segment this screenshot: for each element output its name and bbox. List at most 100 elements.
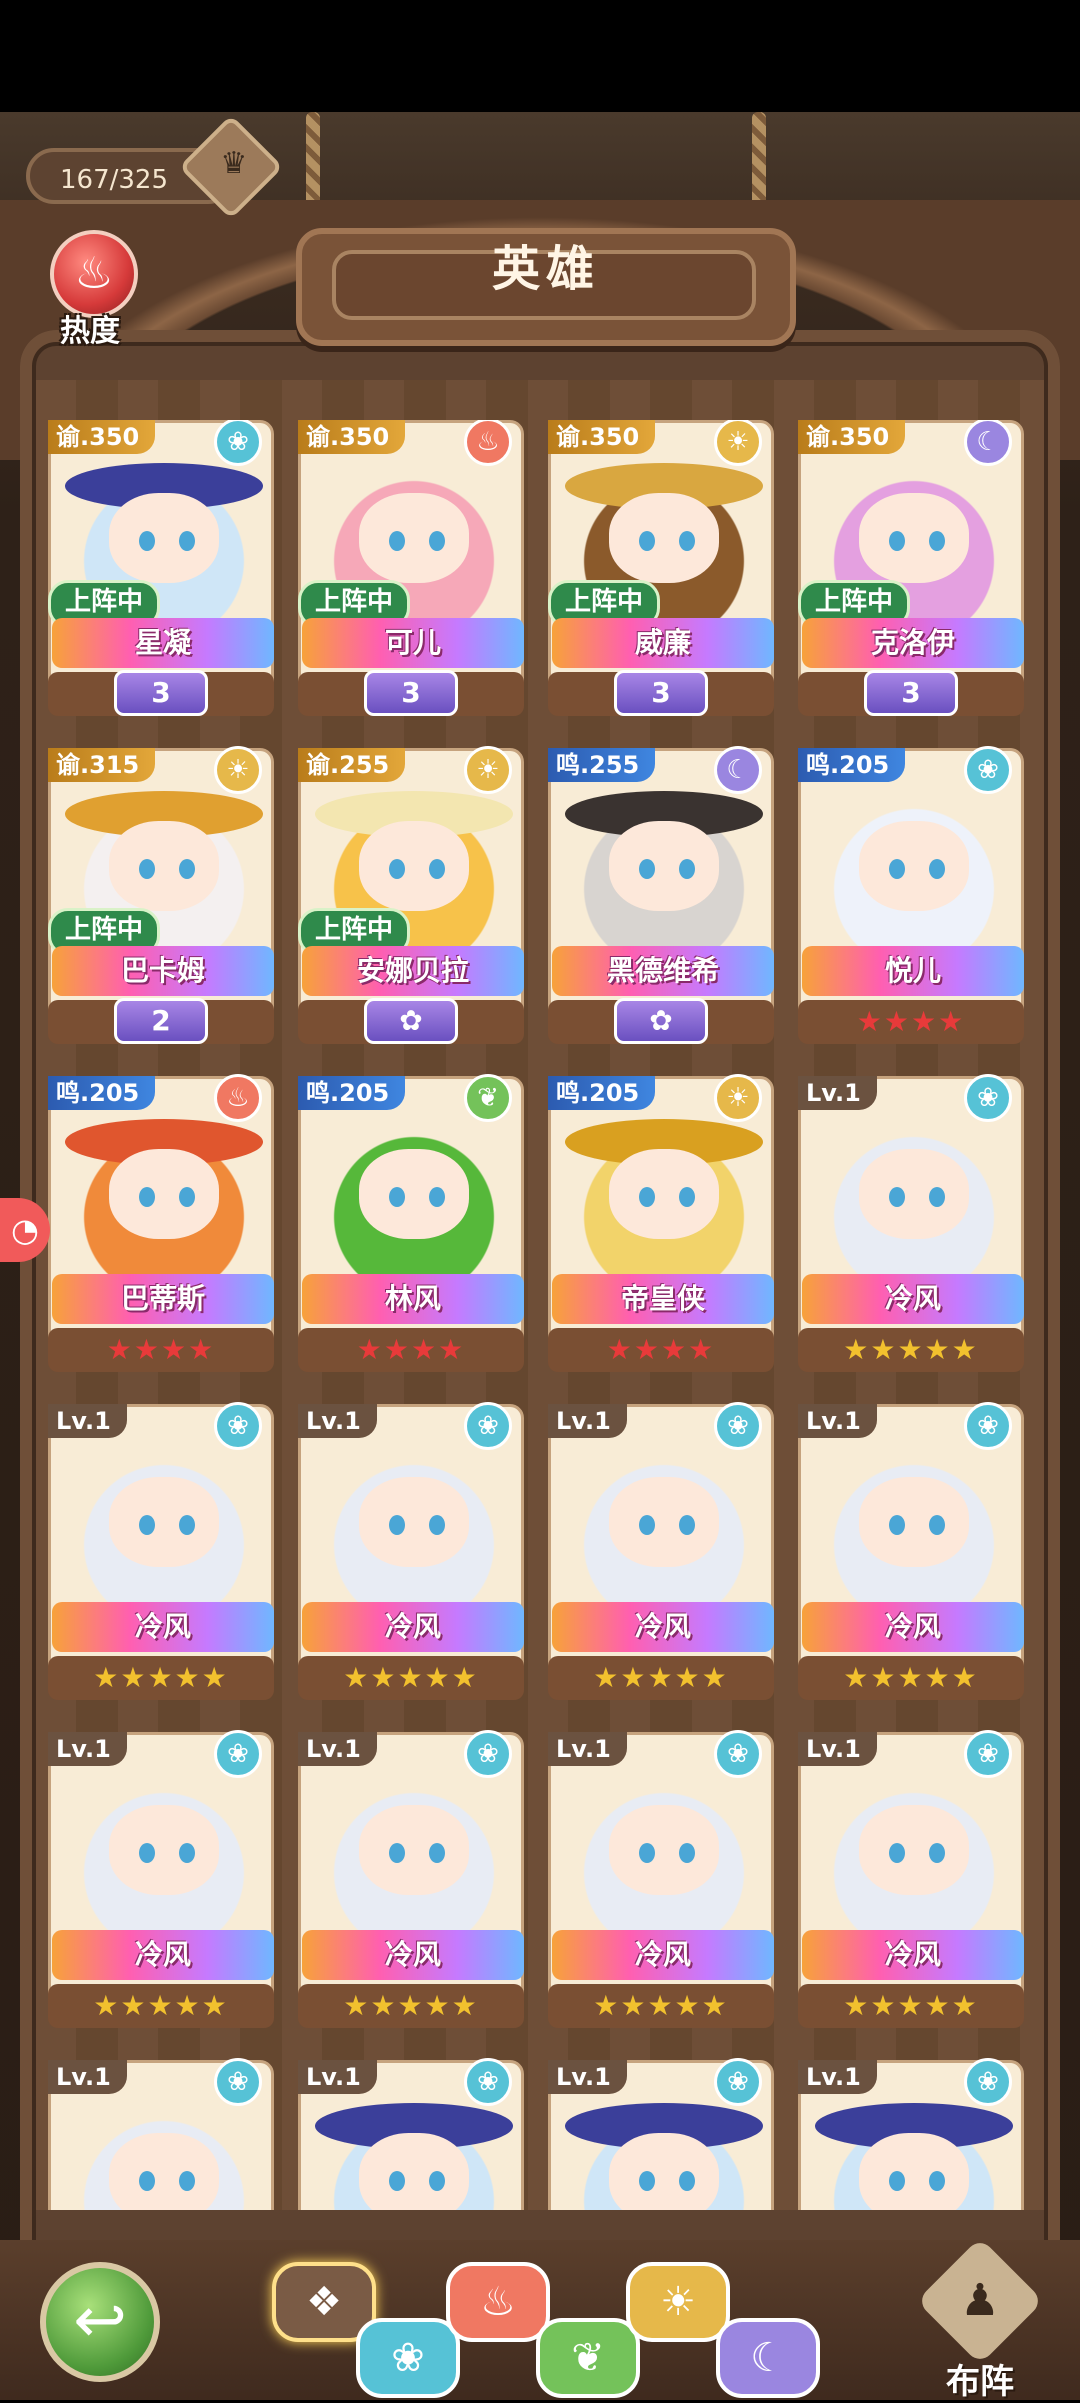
star-rating: ★★★★: [48, 1328, 274, 1372]
hero-face: [609, 493, 719, 583]
hero-card[interactable]: 谕.350 ♨ 上阵中 可儿 3: [298, 420, 524, 720]
formation-button[interactable]: ♟ 布阵: [916, 2237, 1044, 2402]
hero-card[interactable]: Lv.1 ❀ 冷风 ★★★★★: [798, 1074, 1024, 1376]
hero-card[interactable]: 鸣.205 ❀ 悦儿 ★★★★: [798, 746, 1024, 1048]
hero-eye: [639, 1515, 655, 1535]
hero-card[interactable]: 谕.350 ☾ 上阵中 克洛伊 3: [798, 420, 1024, 720]
hero-eye: [429, 2171, 445, 2191]
name-banner: 安娜贝拉: [302, 946, 524, 996]
hero-eye: [929, 531, 945, 551]
hero-card[interactable]: Lv.1 ❀ 冷风 ★★★★★: [798, 1730, 1024, 2032]
name-banner: 冷风: [802, 1602, 1024, 1652]
hero-card[interactable]: Lv.1 ❀: [48, 2058, 274, 2210]
filter-tab-sun[interactable]: ☀: [626, 2262, 730, 2342]
leaf-element-icon: ❦: [464, 1074, 512, 1122]
hero-face: [109, 2133, 219, 2210]
hero-eye: [639, 859, 655, 879]
sun-element-icon: ☀: [464, 746, 512, 794]
hero-level-badge: Lv.1: [548, 1732, 627, 1766]
water-element-icon: ❀: [714, 1402, 762, 1450]
moon-element-icon: ☾: [964, 420, 1012, 466]
hero-card[interactable]: Lv.1 ❀ 冷风 ★★★★★: [48, 1730, 274, 2032]
hero-eye: [429, 1515, 445, 1535]
hero-face: [359, 821, 469, 911]
hero-eye: [179, 2171, 195, 2191]
filter-tab-leaf[interactable]: ❦: [536, 2318, 640, 2398]
hero-card[interactable]: 鸣.255 ☾ 黑德维希 ✿: [548, 746, 774, 1048]
back-button[interactable]: ↩: [40, 2262, 160, 2382]
hero-name: 冷风: [384, 1610, 441, 1643]
hero-card[interactable]: 谕.255 ☀ 上阵中 安娜贝拉 ✿: [298, 746, 524, 1048]
hero-level-badge: 谕.315: [48, 748, 156, 782]
hero-level-badge: 谕.350: [298, 420, 406, 454]
hero-card[interactable]: 鸣.205 ♨ 巴蒂斯 ★★★★: [48, 1074, 274, 1376]
hero-name: 冷风: [634, 1938, 691, 1971]
hero-count: 167/325: [60, 165, 169, 195]
hero-level-badge: Lv.1: [298, 2060, 377, 2094]
filter-tab-fire[interactable]: ♨: [446, 2262, 550, 2342]
hero-card[interactable]: 鸣.205 ☀ 帝皇侠 ★★★★: [548, 1074, 774, 1376]
star-rating: ★★★★★: [298, 1656, 524, 1700]
title-board: 英雄: [296, 228, 796, 346]
hero-card[interactable]: 谕.350 ☀ 上阵中 威廉 3: [548, 420, 774, 720]
hero-face: [609, 1477, 719, 1567]
hero-level-badge: 谕.350: [548, 420, 656, 454]
hero-face: [359, 1477, 469, 1567]
hero-name: 林风: [384, 1282, 441, 1315]
hero-name: 冷风: [634, 1610, 691, 1643]
filter-tab-moon[interactable]: ☾: [716, 2318, 820, 2398]
hero-card[interactable]: Lv.1 ❀ 冷风 ★★★★★: [798, 1402, 1024, 1704]
hero-eye: [639, 1187, 655, 1207]
hero-level-badge: 谕.350: [798, 420, 906, 454]
hero-eye: [639, 2171, 655, 2191]
hero-eye: [929, 2171, 945, 2191]
hero-eye: [429, 1187, 445, 1207]
fire-element-icon: ♨: [214, 1074, 262, 1122]
heat-button[interactable]: ♨ 热度: [40, 230, 140, 349]
hero-name: 悦儿: [884, 954, 941, 987]
hero-level-badge: 谕.350: [48, 420, 156, 454]
hero-eye: [179, 1515, 195, 1535]
hero-card[interactable]: Lv.1 ❀ 冷风 ★★★★★: [298, 1402, 524, 1704]
name-banner: 星凝: [52, 618, 274, 668]
hero-level-badge: Lv.1: [798, 2060, 877, 2094]
hero-card[interactable]: Lv.1 ❀: [548, 2058, 774, 2210]
star-rating: ★★★★★: [48, 1656, 274, 1700]
hero-card[interactable]: Lv.1 ❀: [798, 2058, 1024, 2210]
hero-level-badge: Lv.1: [798, 1076, 877, 1110]
hero-card[interactable]: Lv.1 ❀ 冷风 ★★★★★: [548, 1730, 774, 2032]
hero-eye: [889, 1187, 905, 1207]
hero-name: 冷风: [134, 1938, 191, 1971]
rank-emblem: ✿: [364, 998, 458, 1044]
hero-face: [609, 1805, 719, 1895]
hero-eye: [929, 1187, 945, 1207]
hero-card[interactable]: Lv.1 ❀ 冷风 ★★★★★: [548, 1402, 774, 1704]
filter-tab-water[interactable]: ❀: [356, 2318, 460, 2398]
water-element-icon: ❀: [214, 2058, 262, 2106]
hero-eye: [889, 859, 905, 879]
hero-card[interactable]: Lv.1 ❀ 冷风 ★★★★★: [298, 1730, 524, 2032]
hero-face: [109, 1477, 219, 1567]
hero-name: 冷风: [134, 1610, 191, 1643]
star-rating: ★★★★★: [798, 1328, 1024, 1372]
hero-card[interactable]: 谕.350 ❀ 上阵中 星凝 3: [48, 420, 274, 720]
hero-eye: [139, 1515, 155, 1535]
hero-card[interactable]: Lv.1 ❀ 冷风 ★★★★★: [48, 1402, 274, 1704]
hero-level-badge: Lv.1: [298, 1732, 377, 1766]
water-element-icon: ❀: [214, 1730, 262, 1778]
hero-card[interactable]: 谕.315 ☀ 上阵中 巴卡姆 2: [48, 746, 274, 1048]
hero-eye: [139, 2171, 155, 2191]
star-rating: ★★★★★: [798, 1984, 1024, 2028]
hero-name: 冷风: [884, 1938, 941, 1971]
name-banner: 帝皇侠: [552, 1274, 774, 1324]
hero-card[interactable]: Lv.1 ❀: [298, 2058, 524, 2210]
fire-element-icon: ♨: [464, 420, 512, 466]
hero-level-badge: Lv.1: [48, 1404, 127, 1438]
hero-face: [609, 821, 719, 911]
water-element-icon: ❀: [464, 1402, 512, 1450]
hero-eye: [639, 531, 655, 551]
name-banner: 冷风: [552, 1602, 774, 1652]
hero-eye: [679, 1187, 695, 1207]
star-icons: ★★★★★: [593, 1989, 729, 2022]
hero-card[interactable]: 鸣.205 ❦ 林风 ★★★★: [298, 1074, 524, 1376]
